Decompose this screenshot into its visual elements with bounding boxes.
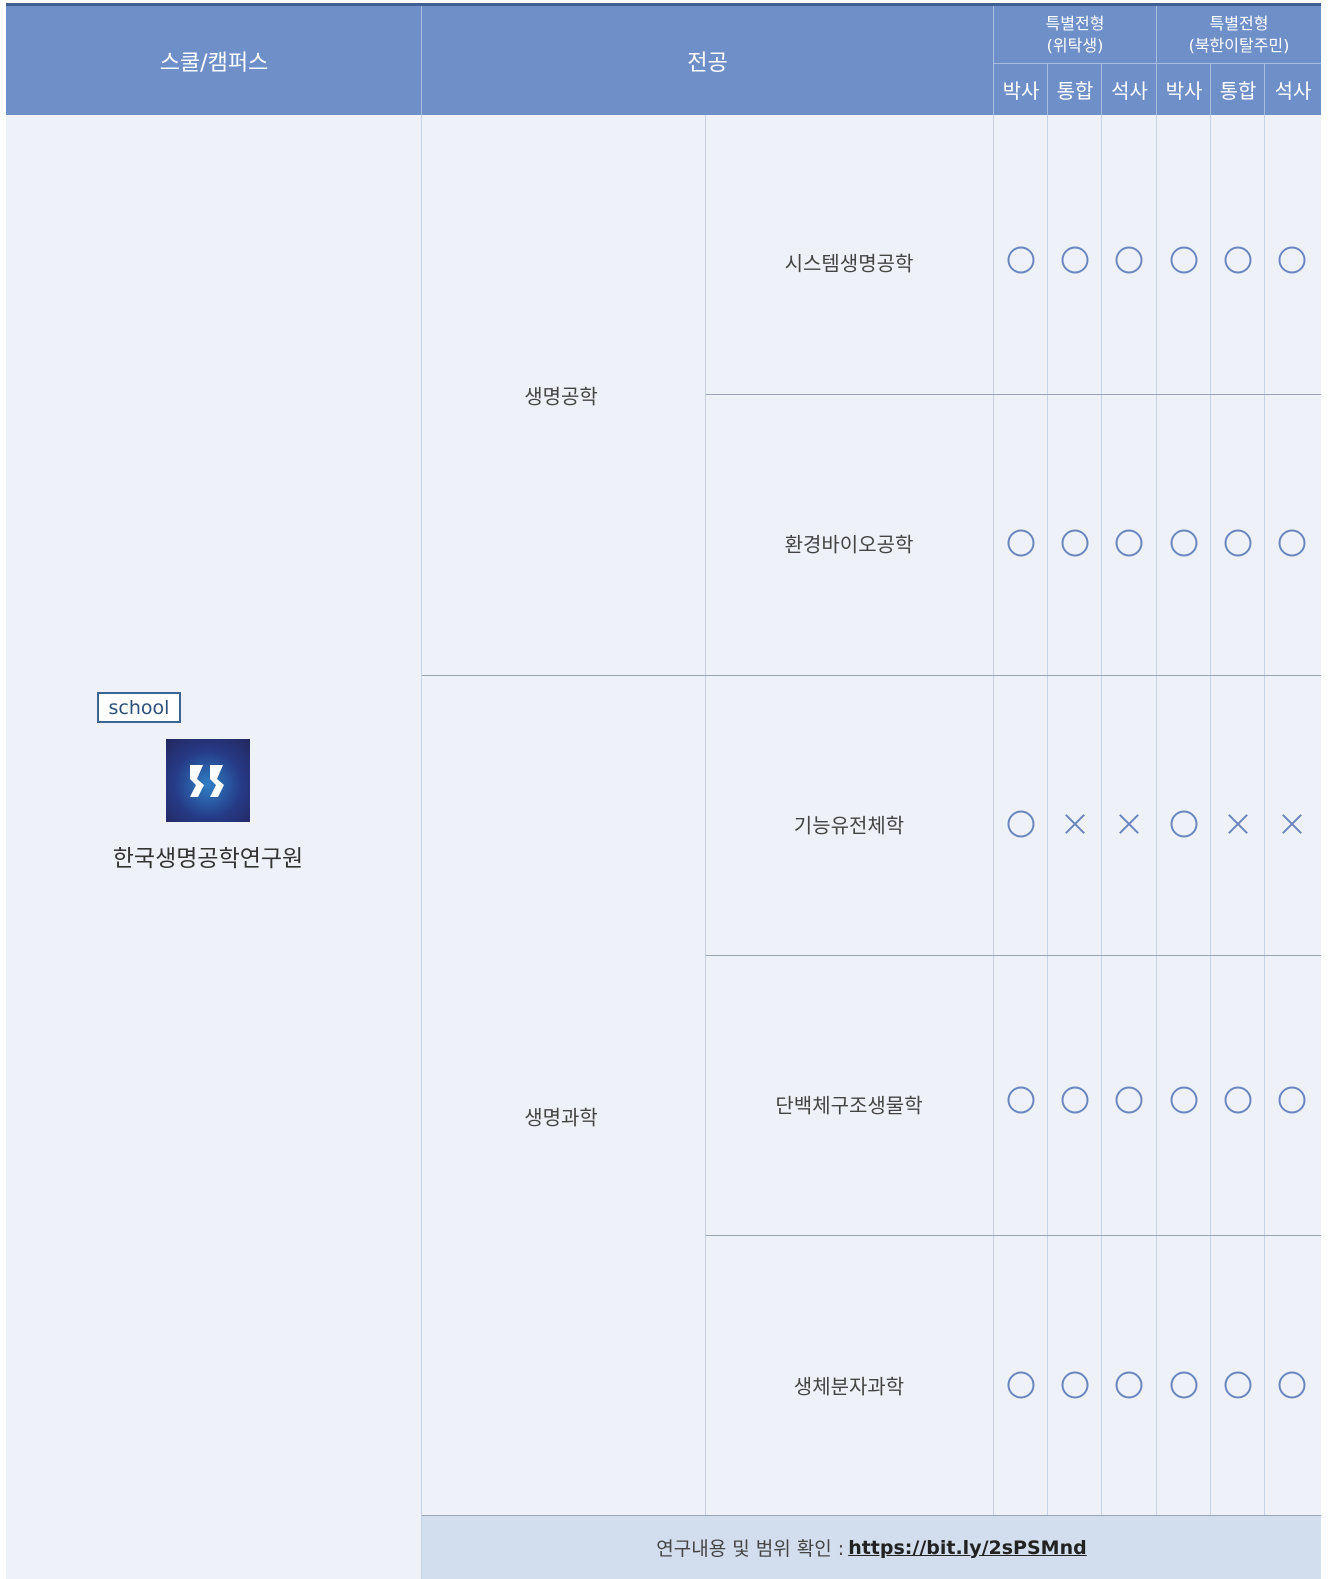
major-name: 시스템생명공학 (784, 251, 914, 276)
footer-label: 연구내용 및 범위 확인 : (656, 1538, 845, 1560)
row-divider (706, 1235, 1321, 1236)
header-group2-line2: (북한이탈주민) (1188, 36, 1290, 55)
circle-mark-icon (1061, 529, 1089, 557)
column-divider (421, 115, 422, 1579)
header-major: 전공 (422, 6, 993, 115)
circle-mark-icon (1224, 1086, 1252, 1114)
header-divider (993, 6, 994, 115)
header-divider (994, 63, 1321, 64)
circle-mark-icon (1170, 1371, 1198, 1399)
column-divider (993, 115, 994, 1579)
column-divider (705, 115, 706, 1516)
school-name: 한국생명공학연구원 (112, 846, 304, 872)
row-divider (706, 394, 1321, 395)
header-group-consignment: 특별전형 (위탁생) (994, 6, 1156, 64)
major-name: 단백체구조생물학 (775, 1093, 923, 1118)
x-mark-icon (1118, 813, 1140, 835)
x-mark-icon (1227, 813, 1249, 835)
circle-mark-icon (1224, 529, 1252, 557)
circle-mark-icon (1170, 810, 1198, 838)
header-col-phd-2: 박사 (1157, 64, 1211, 115)
circle-mark-icon (1115, 1086, 1143, 1114)
circle-mark-icon (1007, 1086, 1035, 1114)
column-divider (1264, 115, 1265, 1579)
group-name-bioengineering: 생명공학 (524, 384, 598, 409)
circle-mark-icon (1170, 529, 1198, 557)
circle-mark-icon (1061, 246, 1089, 274)
circle-mark-icon (1115, 246, 1143, 274)
circle-mark-icon (1170, 246, 1198, 274)
major-name: 환경바이오공학 (784, 532, 914, 557)
circle-mark-icon (1170, 1086, 1198, 1114)
circle-mark-icon (1278, 529, 1306, 557)
header-col-masters-2: 석사 (1265, 64, 1321, 115)
major-name: 기능유전체학 (793, 813, 905, 838)
header-group2-line1: 특별전형 (1209, 14, 1269, 33)
header-group1-line1: 특별전형 (1045, 14, 1105, 33)
x-mark-icon (1281, 813, 1303, 835)
circle-mark-icon (1224, 1371, 1252, 1399)
circle-mark-icon (1115, 1371, 1143, 1399)
column-divider (1101, 115, 1102, 1579)
footer-link[interactable]: https://bit.ly/2sPSMnd (848, 1537, 1087, 1559)
header-divider (1047, 64, 1048, 115)
header-col-integrated-2: 통합 (1211, 64, 1265, 115)
circle-mark-icon (1278, 1086, 1306, 1114)
group-name-biosciences: 생명과학 (524, 1105, 598, 1130)
x-mark-icon (1064, 813, 1086, 835)
header-school-campus: 스쿨/캠퍼스 (6, 6, 422, 115)
header-divider (1101, 64, 1102, 115)
circle-mark-icon (1278, 246, 1306, 274)
header-col-phd-1: 박사 (994, 64, 1048, 115)
header-divider (1264, 64, 1265, 115)
school-badge: school (97, 692, 181, 723)
circle-mark-icon (1007, 810, 1035, 838)
circle-mark-icon (1007, 246, 1035, 274)
major-name: 생체분자과학 (793, 1374, 905, 1399)
kribb-logo-mark (190, 764, 224, 797)
header-col-integrated-1: 통합 (1048, 64, 1102, 115)
row-divider (422, 675, 1321, 676)
header-col-masters-1: 석사 (1102, 64, 1157, 115)
circle-mark-icon (1061, 1086, 1089, 1114)
circle-mark-icon (1007, 1371, 1035, 1399)
header-divider (1210, 64, 1211, 115)
column-divider (1047, 115, 1048, 1579)
kribb-logo-icon (166, 739, 250, 822)
circle-mark-icon (1061, 1371, 1089, 1399)
row-divider (706, 955, 1321, 956)
circle-mark-icon (1278, 1371, 1306, 1399)
circle-mark-icon (1115, 529, 1143, 557)
header-group-defector: 특별전형 (북한이탈주민) (1157, 6, 1321, 64)
header-school-campus-label: 스쿨/캠퍼스 (159, 50, 269, 76)
footer-note: 연구내용 및 범위 확인 : https://bit.ly/2sPSMnd (422, 1516, 1321, 1579)
circle-mark-icon (1224, 246, 1252, 274)
header-major-label: 전공 (687, 50, 728, 76)
header-divider (1156, 6, 1157, 115)
column-divider (1210, 115, 1211, 1579)
header-group1-line2: (위탁생) (1046, 36, 1104, 55)
circle-mark-icon (1007, 529, 1035, 557)
column-divider (1156, 115, 1157, 1579)
